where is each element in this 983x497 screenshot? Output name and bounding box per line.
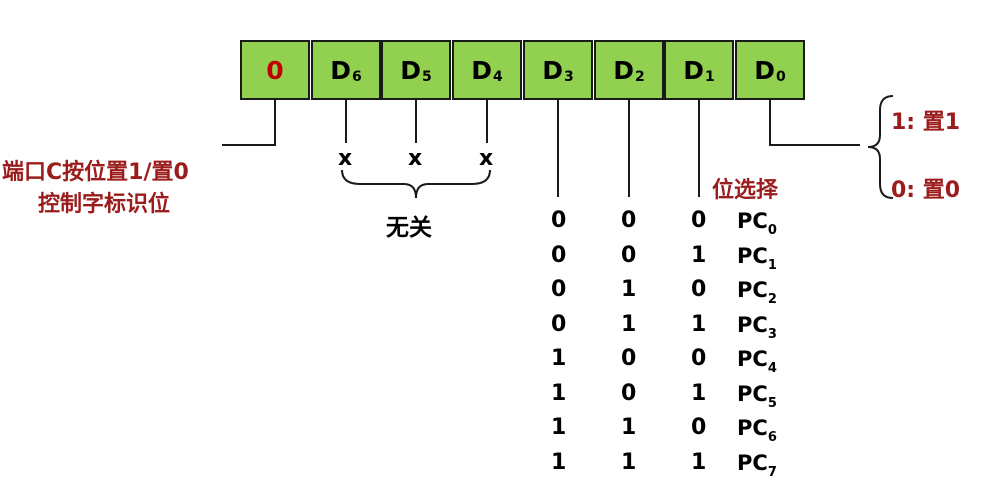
cell-subscript: 2 [635,69,645,85]
table-cell-port-bit: PC1 [737,244,777,273]
table-cell-d3: 1 [551,381,567,406]
dont-care-brace [341,169,491,199]
dont-care-mark-d6: x [338,146,353,171]
cell-text: 0 [266,55,284,85]
table-cell-port-bit: PC2 [737,278,777,307]
port-bit-text: PC [737,313,768,337]
set1-label: 1: 置1 [891,110,961,135]
table-cell-d2: 1 [621,312,637,337]
cell-text: D [754,55,775,85]
table-cell-d2: 0 [621,208,637,233]
table-cell-d2: 1 [621,415,637,440]
cell-subscript: 6 [352,69,362,85]
port-bit-text: PC [737,347,768,371]
table-cell-port-bit: PC3 [737,313,777,342]
table-cell-d1: 0 [691,277,707,302]
table-cell-d1: 0 [691,346,707,371]
cell-subscript: 1 [705,69,715,85]
port-bit-subscript: 3 [767,327,777,342]
flag-label-line2: 控制字标识位 [38,192,171,217]
table-cell-d1: 1 [691,381,707,406]
table-cell-d1: 1 [691,243,707,268]
port-bit-subscript: 2 [767,292,777,307]
table-cell-port-bit: PC7 [737,451,777,480]
cell-subscript: 3 [564,69,574,85]
port-bit-subscript: 0 [767,223,777,238]
dont-care-mark-d5: x [408,146,423,171]
table-cell-d1: 0 [691,208,707,233]
dont-care-mark-d4: x [479,146,494,171]
table-cell-d2: 1 [621,450,637,475]
port-bit-subscript: 4 [767,361,777,376]
table-cell-port-bit: PC5 [737,382,777,411]
cell-text: D [400,55,421,85]
table-cell-d3: 0 [551,277,567,302]
cell-text: D [542,55,563,85]
register-bit-d2: D2 [594,40,664,100]
register-bit-d1: D1 [664,40,734,100]
table-cell-d2: 0 [621,346,637,371]
register-bit-d0: D0 [735,40,805,100]
cell-text: D [613,55,634,85]
register-bit-d6: D6 [311,40,381,100]
table-cell-d2: 0 [621,243,637,268]
table-cell-port-bit: PC6 [737,416,777,445]
cell-text: D [471,55,492,85]
port-bit-text: PC [737,416,768,440]
cell-subscript: 5 [422,69,432,85]
port-bit-text: PC [737,244,768,268]
bit-select-label: 位选择 [712,178,779,203]
table-cell-d3: 0 [551,312,567,337]
port-bit-subscript: 5 [767,396,777,411]
port-bit-subscript: 6 [767,430,777,445]
port-bit-text: PC [737,382,768,406]
table-cell-d2: 0 [621,381,637,406]
port-bit-text: PC [737,209,768,233]
set-clear-brace [867,95,894,199]
cell-subscript: 0 [776,69,786,85]
port-bit-text: PC [737,278,768,302]
table-cell-d3: 1 [551,415,567,440]
flag-bit-wire [222,100,276,146]
table-cell-d3: 1 [551,346,567,371]
dont-care-label: 无关 [386,215,432,241]
port-bit-text: PC [737,451,768,475]
table-cell-d3: 0 [551,208,567,233]
table-cell-d3: 1 [551,450,567,475]
table-cell-port-bit: PC4 [737,347,777,376]
set0-label: 0: 置0 [891,178,961,203]
flag-label-line1: 端口C按位置1/置0 [2,160,189,185]
table-cell-d2: 1 [621,277,637,302]
register-bit-d3: D3 [523,40,593,100]
cell-text: D [330,55,351,85]
table-cell-d3: 0 [551,243,567,268]
cell-text: D [683,55,704,85]
cell-subscript: 4 [493,69,503,85]
table-cell-d1: 0 [691,415,707,440]
port-bit-subscript: 7 [767,465,777,480]
register-bit-d5: D5 [381,40,451,100]
d0-wire [769,100,860,146]
table-cell-d1: 1 [691,450,707,475]
table-cell-port-bit: PC0 [737,209,777,238]
port-bit-subscript: 1 [767,258,777,273]
register-bit-flag: 0 [240,40,310,100]
table-cell-d1: 1 [691,312,707,337]
register-bit-d4: D4 [452,40,522,100]
